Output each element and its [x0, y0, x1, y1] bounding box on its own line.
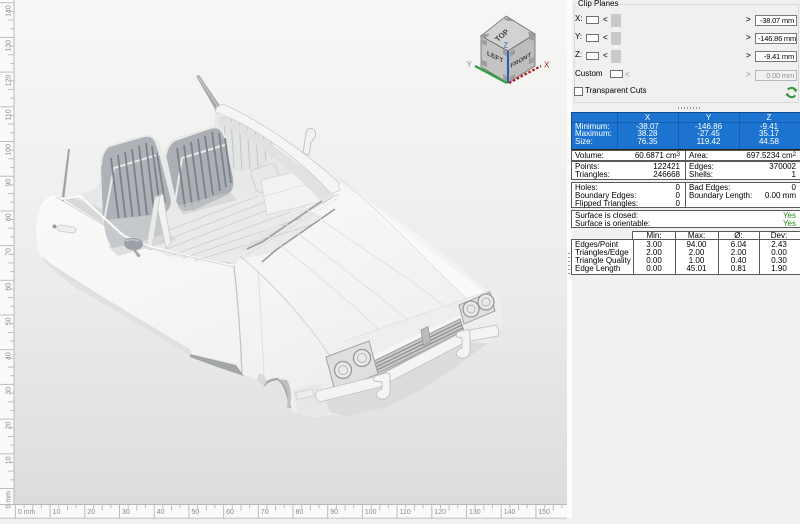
- svg-text:60: 60: [6, 283, 13, 291]
- svg-text:0 mm: 0 mm: [6, 491, 13, 509]
- svg-text:20: 20: [87, 509, 95, 516]
- svg-text:40: 40: [157, 509, 165, 516]
- svg-text:110: 110: [6, 109, 13, 120]
- svg-text:70: 70: [6, 248, 13, 256]
- svg-text:110: 110: [400, 509, 411, 516]
- svg-text:140: 140: [6, 5, 13, 17]
- svg-text:X: X: [544, 61, 550, 70]
- svg-text:60: 60: [226, 509, 234, 516]
- svg-text:90: 90: [330, 509, 338, 516]
- svg-text:10: 10: [6, 456, 13, 464]
- svg-text:90: 90: [6, 179, 13, 187]
- svg-text:30: 30: [122, 509, 130, 516]
- svg-text:120: 120: [6, 75, 13, 87]
- svg-text:140: 140: [504, 509, 516, 516]
- svg-text:120: 120: [434, 509, 446, 516]
- svg-text:Y: Y: [467, 60, 473, 69]
- svg-text:Z: Z: [504, 41, 509, 50]
- svg-text:100: 100: [365, 509, 377, 516]
- svg-text:150: 150: [538, 509, 550, 516]
- svg-text:80: 80: [6, 213, 13, 221]
- svg-text:70: 70: [261, 509, 269, 516]
- svg-text:10: 10: [53, 509, 61, 516]
- svg-text:80: 80: [296, 509, 304, 516]
- svg-text:20: 20: [6, 422, 13, 430]
- svg-text:30: 30: [6, 387, 13, 395]
- svg-text:100: 100: [6, 144, 13, 156]
- svg-text:40: 40: [6, 352, 13, 360]
- svg-text:130: 130: [469, 509, 481, 516]
- svg-text:50: 50: [6, 317, 13, 325]
- svg-text:130: 130: [6, 40, 13, 52]
- svg-text:50: 50: [191, 509, 199, 516]
